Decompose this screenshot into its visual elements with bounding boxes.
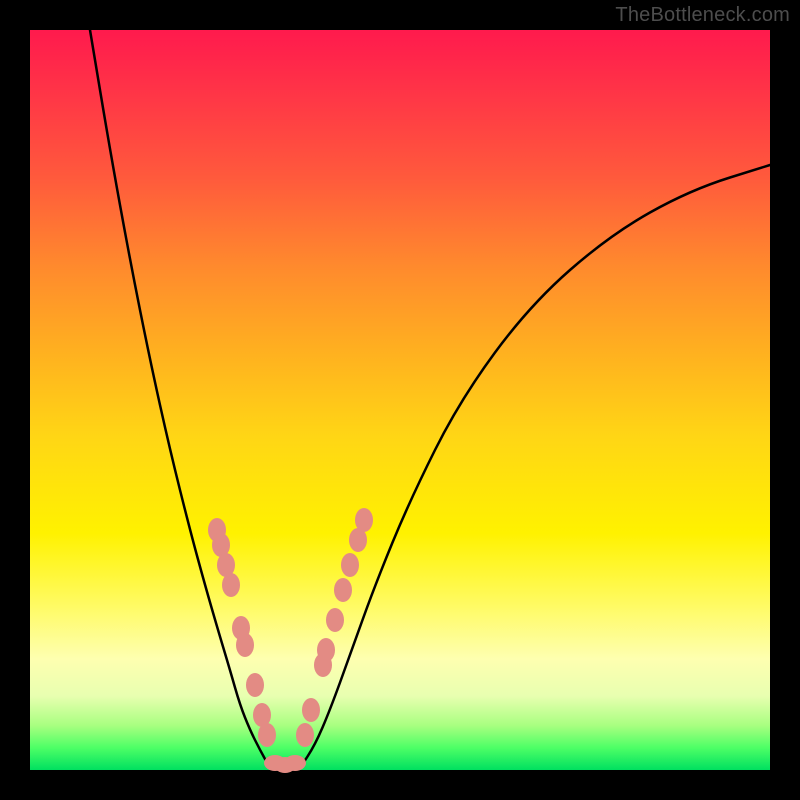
bead: [317, 638, 335, 662]
right-curve: [300, 165, 770, 768]
bead: [246, 673, 264, 697]
bead: [236, 633, 254, 657]
bead: [258, 723, 276, 747]
chart-svg: [30, 30, 770, 770]
plot-area: [30, 30, 770, 770]
beads-group: [208, 508, 373, 773]
bead: [222, 573, 240, 597]
bead: [296, 723, 314, 747]
bead: [326, 608, 344, 632]
bead: [284, 755, 306, 771]
bead: [355, 508, 373, 532]
bead: [302, 698, 320, 722]
bead: [334, 578, 352, 602]
outer-frame: TheBottleneck.com: [0, 0, 800, 800]
bead: [341, 553, 359, 577]
watermark-text: TheBottleneck.com: [615, 4, 790, 27]
left-curve: [90, 30, 270, 768]
